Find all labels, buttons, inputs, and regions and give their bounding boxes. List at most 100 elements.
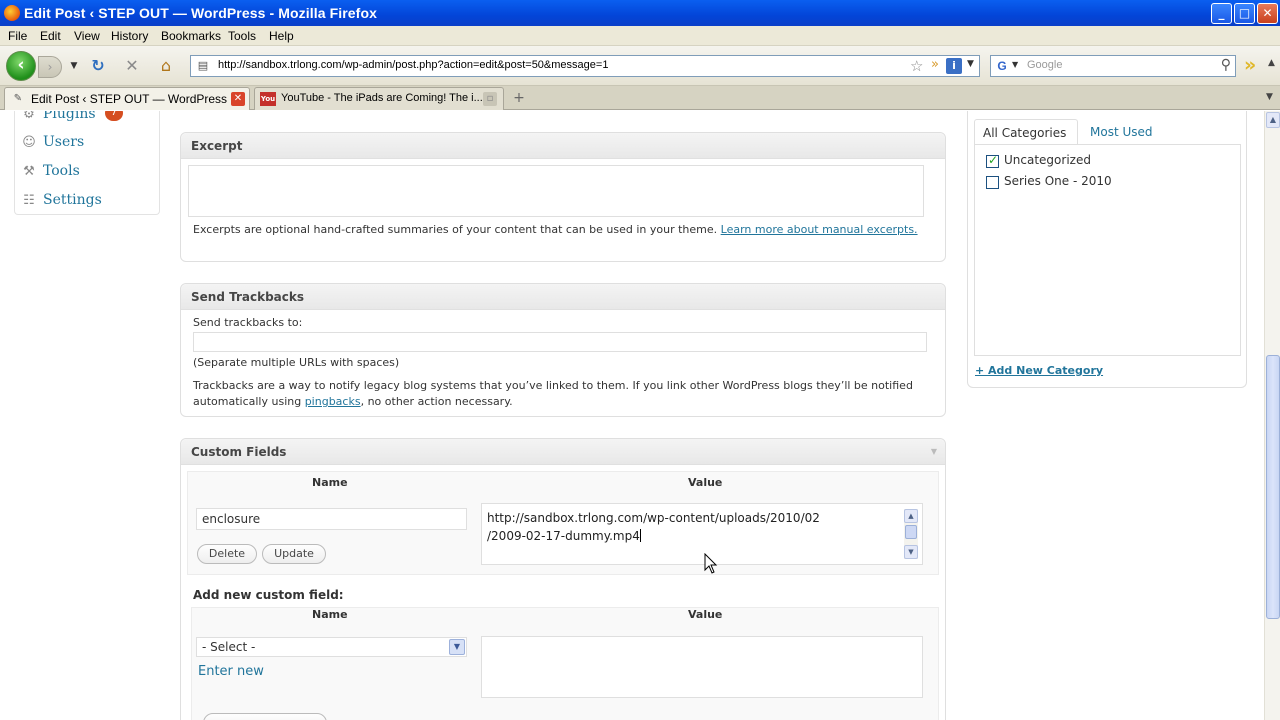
excerpt-help-text: Excerpts are optional hand-crafted summa… <box>193 222 933 238</box>
toolbar-overflow-chevron-icon[interactable]: » <box>1244 54 1256 76</box>
history-dropdown-icon[interactable]: ▼ <box>64 56 84 76</box>
enter-new-link[interactable]: Enter new <box>198 664 264 679</box>
close-window-button[interactable]: ✕ <box>1257 3 1278 24</box>
admin-menu-label: Plugins <box>43 111 96 122</box>
new-name-column-header: Name <box>312 608 348 621</box>
window-titlebar: Edit Post ‹ STEP OUT — WordPress - Mozil… <box>0 0 1280 26</box>
search-bar[interactable]: G ▼ Google ⚲ <box>990 55 1236 77</box>
admin-menu-tools[interactable]: ⚒ Tools <box>15 158 159 186</box>
plugin-icon: ⚙ <box>23 111 35 122</box>
minimize-button[interactable]: _ <box>1211 3 1232 24</box>
search-icon[interactable]: ⚲ <box>1221 57 1231 73</box>
pingbacks-link[interactable]: pingbacks <box>305 395 361 408</box>
collapse-arrow-icon[interactable]: ▼ <box>931 447 937 456</box>
tools-icon: ⚒ <box>23 164 35 179</box>
trackbacks-help: Trackbacks are a way to notify legacy bl… <box>193 379 913 408</box>
site-identity-icon[interactable]: ▤ <box>195 59 211 73</box>
users-icon: ☺ <box>22 135 36 150</box>
trackbacks-header[interactable]: Send Trackbacks <box>181 284 945 310</box>
engine-dropdown-icon[interactable]: ▼ <box>1012 60 1018 69</box>
reload-icon[interactable]: ↻ <box>88 56 108 76</box>
excerpt-title: Excerpt <box>191 139 243 153</box>
category-checkbox[interactable] <box>986 176 999 189</box>
scroll-down-icon[interactable]: ▼ <box>904 545 918 559</box>
scroll-up-icon[interactable]: ▲ <box>1266 112 1280 128</box>
admin-menu-label: Users <box>43 134 85 150</box>
menu-bookmarks[interactable]: Bookmarks <box>161 29 221 43</box>
menu-history[interactable]: History <box>111 29 148 43</box>
update-field-button[interactable]: Update <box>262 544 326 564</box>
trackbacks-label: Send trackbacks to: <box>193 316 303 329</box>
tab-label: Edit Post ‹ STEP OUT — WordPress <box>31 92 228 106</box>
back-arrow-icon: ‹ <box>17 55 25 75</box>
new-tab-button[interactable]: + <box>508 89 530 108</box>
forward-arrow-icon: › <box>47 60 53 74</box>
value-column-header: Value <box>688 476 723 489</box>
custom-field-select[interactable]: - Select - ▼ <box>196 637 467 657</box>
tab-all-categories[interactable]: All Categories <box>974 119 1078 145</box>
address-bar[interactable]: ▤ http://sandbox.trlong.com/wp-admin/pos… <box>190 55 980 77</box>
menubar: File Edit View History Bookmarks Tools H… <box>0 26 1280 46</box>
feed-icon[interactable]: » <box>931 57 939 72</box>
window-title: Edit Post ‹ STEP OUT — WordPress - Mozil… <box>24 5 377 21</box>
url-dropdown-icon[interactable]: ▼ <box>967 59 974 69</box>
excerpt-textarea[interactable] <box>188 165 924 217</box>
page-scrollbar[interactable]: ▲ <box>1264 111 1280 720</box>
custom-fields-header[interactable]: Custom Fields ▼ <box>181 439 945 465</box>
maximize-button[interactable]: □ <box>1234 3 1255 24</box>
value-scrollbar[interactable]: ▲ ▼ <box>904 509 918 559</box>
admin-menu-plugins[interactable]: ⚙ Plugins 7 <box>15 111 159 129</box>
navigation-toolbar: ‹ › ▼ ↻ ✕ ⌂ ▤ http://sandbox.trlong.com/… <box>0 46 1280 86</box>
new-field-value-textarea[interactable] <box>481 636 923 698</box>
menu-file[interactable]: File <box>8 29 27 43</box>
tab-youtube[interactable]: You YouTube - The iPads are Coming! The … <box>254 87 504 110</box>
info-icon[interactable]: i <box>946 58 962 74</box>
custom-field-value-textarea[interactable]: http://sandbox.trlong.com/wp-content/upl… <box>481 503 923 565</box>
category-checkbox[interactable]: ✓ <box>986 153 999 168</box>
custom-field-name-input[interactable]: enclosure <box>196 508 467 530</box>
add-new-category-link[interactable]: + Add New Category <box>975 364 1103 377</box>
firefox-icon <box>4 5 20 21</box>
close-tab-icon[interactable]: ▫ <box>483 92 497 106</box>
trackbacks-hint: (Separate multiple URLs with spaces) <box>193 356 400 369</box>
menu-help[interactable]: Help <box>269 29 294 43</box>
wordpress-favicon-icon: ✎ <box>13 93 23 104</box>
scroll-thumb[interactable] <box>905 525 917 539</box>
tab-strip: ✎ Edit Post ‹ STEP OUT — WordPress ✕ You… <box>0 86 1280 110</box>
admin-menu-label: Tools <box>43 163 80 179</box>
forward-button[interactable]: › <box>38 56 62 78</box>
toolbar-arrow-icon[interactable]: ▲ <box>1268 58 1275 68</box>
menu-edit[interactable]: Edit <box>40 29 61 43</box>
trackbacks-help-text: Trackbacks are a way to notify legacy bl… <box>193 378 933 410</box>
delete-field-button[interactable]: Delete <box>197 544 257 564</box>
bookmark-star-icon[interactable]: ☆ <box>910 57 923 75</box>
trackbacks-help-tail: , no other action necessary. <box>360 395 513 408</box>
scroll-up-icon[interactable]: ▲ <box>904 509 918 523</box>
tab-list-dropdown-icon[interactable]: ▼ <box>1266 92 1273 102</box>
text-caret <box>639 529 641 542</box>
mouse-cursor-icon <box>704 553 718 574</box>
menu-tools[interactable]: Tools <box>228 29 256 43</box>
tab-edit-post[interactable]: ✎ Edit Post ‹ STEP OUT — WordPress ✕ <box>4 87 250 110</box>
admin-menu: ⚙ Plugins 7 ☺ Users ⚒ Tools ☷ Settings <box>14 111 160 215</box>
select-dropdown-icon[interactable]: ▼ <box>449 639 465 655</box>
back-button[interactable]: ‹ <box>6 51 36 81</box>
admin-menu-users[interactable]: ☺ Users <box>15 129 159 157</box>
close-tab-icon[interactable]: ✕ <box>231 92 245 106</box>
google-engine-icon[interactable]: G <box>993 58 1011 74</box>
select-value: - Select - <box>202 640 256 654</box>
category-label: Series One - 2010 <box>1004 174 1112 188</box>
menu-view[interactable]: View <box>74 29 100 43</box>
admin-menu-settings[interactable]: ☷ Settings <box>15 187 159 215</box>
search-input[interactable]: Google <box>1027 59 1062 71</box>
learn-more-excerpts-link[interactable]: Learn more about manual excerpts. <box>721 223 918 236</box>
trackbacks-title: Send Trackbacks <box>191 290 304 304</box>
trackbacks-postbox: Send Trackbacks Send trackbacks to: (Sep… <box>180 283 946 417</box>
home-icon[interactable]: ⌂ <box>156 56 176 76</box>
tab-most-used[interactable]: Most Used <box>1090 125 1153 139</box>
trackbacks-input[interactable] <box>193 332 927 352</box>
scroll-thumb[interactable] <box>1266 355 1280 619</box>
stop-icon[interactable]: ✕ <box>122 56 142 76</box>
excerpt-header[interactable]: Excerpt <box>181 133 945 159</box>
add-custom-field-button[interactable] <box>203 713 327 720</box>
